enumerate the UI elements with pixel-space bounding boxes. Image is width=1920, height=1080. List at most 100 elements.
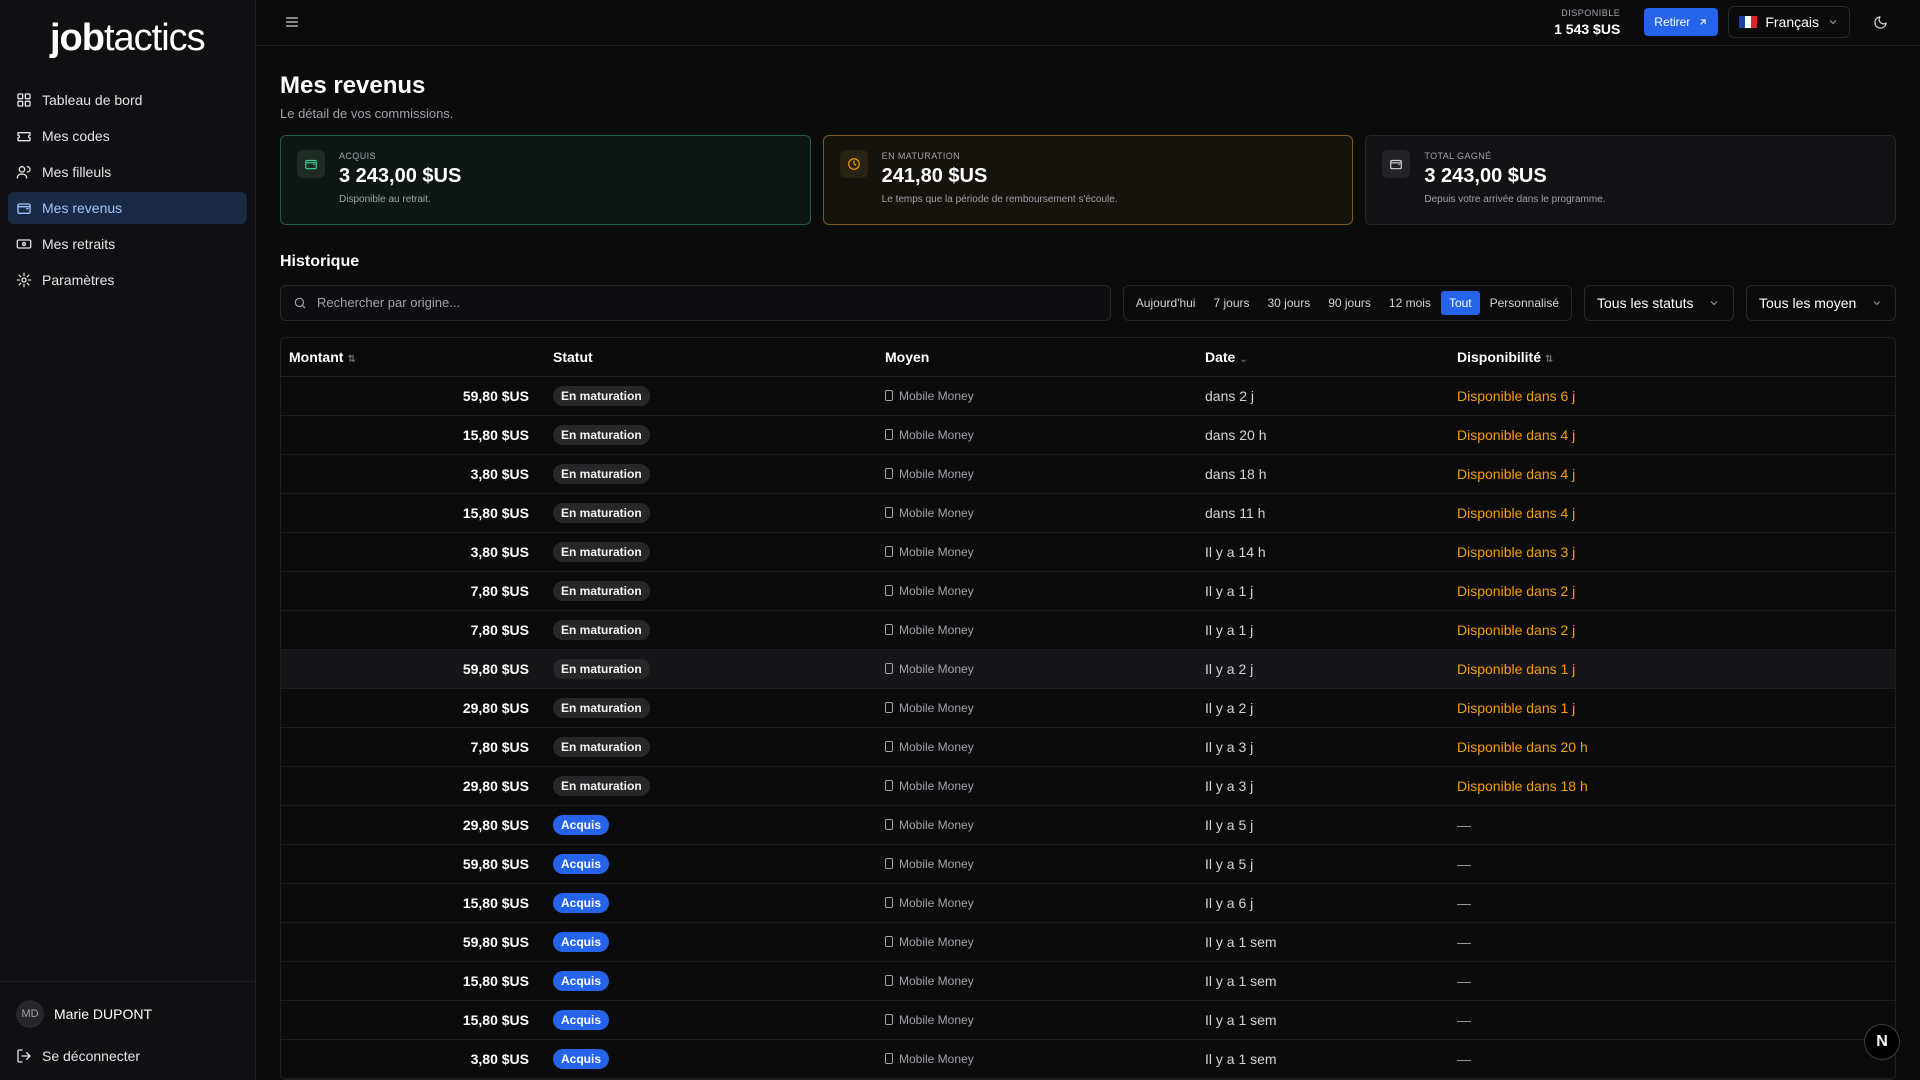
column-header-amount[interactable]: Montant ⇅ — [281, 337, 545, 377]
cell-availability: — — [1449, 1000, 1895, 1040]
table-row[interactable]: 3,80 $US En maturation Mobile Money Il y a … — [281, 532, 1895, 572]
table-row[interactable]: 7,80 $US En maturation Mobile Money Il y a … — [281, 727, 1895, 767]
phone-icon — [885, 585, 893, 596]
sidebar-item-mes-retraits[interactable]: Mes retraits — [8, 228, 247, 260]
sidebar-item-tableau-de-bord[interactable]: Tableau de bord — [8, 84, 247, 116]
cell-amount: 7,80 $US — [281, 571, 545, 611]
cell-method: Mobile Money — [877, 493, 1197, 533]
cell-method: Mobile Money — [877, 1039, 1197, 1079]
table-row[interactable]: 59,80 $US En maturation Mobile Money Il y a… — [281, 649, 1895, 689]
method-label: Mobile Money — [899, 506, 974, 520]
summary-cards: ACQUIS 3 243,00 $US Disponible au retrai… — [280, 134, 1897, 225]
chevron-down-icon — [1710, 300, 1717, 305]
card-value: 3 243,00 $US — [339, 164, 462, 187]
cell-method: Mobile Money — [877, 844, 1197, 884]
phone-icon — [885, 741, 893, 752]
sort-icon: ⇅ — [347, 353, 356, 365]
search-input[interactable] — [317, 295, 1098, 310]
card-label: TOTAL GAGNÉ — [1424, 150, 1492, 161]
card-description: Le temps que la période de remboursement… — [881, 193, 1118, 205]
table-row[interactable]: 15,80 $US En maturation Mobile Money dans 2… — [281, 415, 1895, 455]
withdraw-button[interactable]: Retirer — [1644, 8, 1719, 37]
available-value: 1 543 $US — [1554, 20, 1621, 37]
status-badge: Acquis — [553, 1010, 610, 1030]
chevron-down-icon — [1829, 20, 1837, 25]
logout-button[interactable]: Se déconnecter — [8, 1034, 247, 1070]
table-row[interactable]: 29,80 $US En maturation Mobile Money Il y a… — [281, 688, 1895, 728]
user-profile[interactable]: MD Marie DUPONT — [8, 994, 247, 1034]
clock-icon — [839, 149, 868, 178]
table-row[interactable]: 29,80 $US Acquis Mobile Money Il y a 5 j — — [281, 805, 1895, 845]
cell-date: dans 18 h — [1197, 454, 1449, 494]
menu-toggle-button[interactable] — [278, 8, 306, 36]
cell-amount: 15,80 $US — [281, 961, 545, 1001]
phone-icon — [885, 663, 893, 674]
table-row[interactable]: 7,80 $US En maturation Mobile Money Il y a … — [281, 571, 1895, 611]
status-badge: Acquis — [553, 893, 610, 913]
method-filter-label: Tous les moyens — [1759, 294, 1858, 311]
search-icon — [294, 297, 306, 308]
table-row[interactable]: 15,80 $US Acquis Mobile Money Il y a 1 sem — — [281, 961, 1895, 1001]
table-row[interactable]: 15,80 $US En maturation Mobile Money dans 1… — [281, 493, 1895, 533]
method-label: Mobile Money — [899, 1013, 974, 1027]
cell-status: Acquis — [545, 883, 877, 923]
sidebar-item-param-tres[interactable]: Paramètres — [8, 264, 247, 296]
range-tab[interactable]: 90 jours — [1320, 291, 1379, 315]
sidebar-item-mes-codes[interactable]: Mes codes — [8, 120, 247, 152]
cell-availability: — — [1449, 922, 1895, 962]
table-row[interactable]: 7,80 $US En maturation Mobile Money Il y a … — [281, 610, 1895, 650]
cell-amount: 15,80 $US — [281, 415, 545, 455]
range-tab[interactable]: 12 mois — [1381, 291, 1439, 315]
cell-amount: 15,80 $US — [281, 493, 545, 533]
method-label: Mobile Money — [899, 1052, 974, 1066]
table-row[interactable]: 3,80 $US Acquis Mobile Money Il y a 1 sem — — [281, 1039, 1895, 1079]
method-filter-select[interactable]: Tous les moyens — [1746, 284, 1896, 321]
status-badge: Acquis — [553, 971, 610, 991]
table-row[interactable]: 59,80 $US Acquis Mobile Money Il y a 1 sem — — [281, 922, 1895, 962]
cell-method: Mobile Money — [877, 688, 1197, 728]
card-value: 241,80 $US — [881, 164, 988, 187]
theme-toggle-button[interactable] — [1864, 6, 1896, 38]
cell-status: Acquis — [545, 1039, 877, 1079]
cell-date: Il y a 5 j — [1197, 844, 1449, 884]
table-row[interactable]: 59,80 $US En maturation Mobile Money dans 2… — [281, 376, 1895, 416]
table-row[interactable]: 15,80 $US Acquis Mobile Money Il y a 6 j — — [281, 883, 1895, 923]
range-tab[interactable]: 7 jours — [1205, 291, 1257, 315]
phone-icon — [885, 624, 893, 635]
sidebar-item-mes-filleuls[interactable]: Mes filleuls — [8, 156, 247, 188]
sidebar-item-mes-revenus[interactable]: Mes revenus — [8, 192, 247, 224]
cell-status: En maturation — [545, 610, 877, 650]
cell-method: Mobile Money — [877, 1000, 1197, 1040]
table-row[interactable]: 29,80 $US En maturation Mobile Money Il y a… — [281, 766, 1895, 806]
cell-status: En maturation — [545, 649, 877, 689]
sidebar-item-label: Mes codes — [42, 128, 110, 144]
cell-amount: 7,80 $US — [281, 610, 545, 650]
topbar-actions: DISPONIBLE 1 543 $US Retirer Français — [1554, 6, 1896, 39]
column-header-date[interactable]: Date ⌄ — [1197, 337, 1449, 377]
cell-amount: 15,80 $US — [281, 883, 545, 923]
cell-availability: Disponible dans 4 j — [1449, 454, 1895, 494]
floating-action-button[interactable]: N — [1864, 1024, 1900, 1060]
cell-availability: Disponible dans 4 j — [1449, 493, 1895, 533]
table-row[interactable]: 15,80 $US Acquis Mobile Money Il y a 1 sem — — [281, 1000, 1895, 1040]
range-tab[interactable]: 30 jours — [1260, 291, 1319, 315]
cell-amount: 59,80 $US — [281, 649, 545, 689]
range-tab[interactable]: Personnalisé — [1482, 291, 1567, 315]
status-badge: En maturation — [553, 737, 650, 757]
user-name: Marie DUPONT — [54, 1006, 153, 1022]
app: job tactics Tableau de bord Mes codes Mes f… — [0, 0, 1920, 1080]
page-content: Mes revenus Le détail de vos commissions… — [256, 46, 1920, 1080]
range-tab[interactable]: Aujourd'hui — [1128, 291, 1204, 315]
cell-status: Acquis — [545, 1000, 877, 1040]
status-filter-select[interactable]: Tous les statuts — [1584, 284, 1734, 321]
table-row[interactable]: 3,80 $US En maturation Mobile Money dans 18… — [281, 454, 1895, 494]
table-row[interactable]: 59,80 $US Acquis Mobile Money Il y a 5 j — — [281, 844, 1895, 884]
cell-method: Mobile Money — [877, 571, 1197, 611]
column-header-availability[interactable]: Disponibilité ⇅ — [1449, 337, 1895, 377]
card-label: ACQUIS — [339, 150, 376, 161]
range-tab[interactable]: Tout — [1440, 290, 1480, 315]
language-select[interactable]: Français — [1728, 6, 1850, 39]
cell-availability: — — [1449, 1039, 1895, 1079]
brand-logo[interactable]: job tactics — [0, 0, 255, 76]
method-label: Mobile Money — [899, 389, 974, 403]
